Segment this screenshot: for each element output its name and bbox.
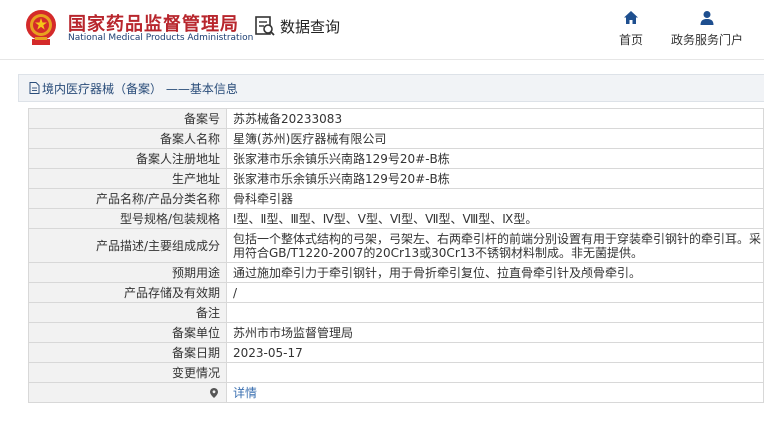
data-query-label: 数据查询 [280, 17, 341, 36]
field-value: 张家港市乐余镇乐兴南路129号20#-B栋 [226, 148, 764, 169]
field-value: 骨科牵引器 [226, 188, 764, 209]
nav-home-label: 首页 [618, 33, 643, 47]
field-value: 苏州市市场监督管理局 [226, 322, 764, 343]
field-value [226, 302, 764, 323]
table-row: 变更情况 [28, 362, 764, 383]
breadcrumb: 境内医疗器械（备案） ——基本信息 [18, 74, 764, 102]
table-row: 备案人注册地址 张家港市乐余镇乐兴南路129号20#-B栋 [28, 148, 764, 169]
field-label: 预期用途 [28, 262, 227, 283]
field-label: 备案日期 [28, 342, 227, 363]
field-value: 2023-05-17 [226, 342, 764, 363]
table-row: 详情 [28, 382, 764, 403]
field-value: 通过施加牵引力于牵引钢针，用于骨折牵引复位、拉直骨牵引针及颅骨牵引。 [226, 262, 764, 283]
table-row: 预期用途 通过施加牵引力于牵引钢针，用于骨折牵引复位、拉直骨牵引针及颅骨牵引。 [28, 262, 764, 283]
table-row: 型号规格/包装规格 Ⅰ型、Ⅱ型、Ⅲ型、Ⅳ型、Ⅴ型、Ⅵ型、Ⅶ型、Ⅷ型、Ⅸ型。 [28, 208, 764, 229]
field-label: 型号规格/包装规格 [28, 208, 227, 229]
field-label: 备案人注册地址 [28, 148, 227, 169]
document-icon [29, 82, 40, 94]
field-label: 生产地址 [28, 168, 227, 189]
table-row: 备注 [28, 302, 764, 323]
field-value: 张家港市乐余镇乐兴南路129号20#-B栋 [226, 168, 764, 189]
agency-name-en: National Medical Products Administration [68, 33, 254, 43]
field-label: 备案号 [28, 108, 227, 129]
nav-home[interactable]: 首页 [614, 10, 648, 48]
table-row: 产品描述/主要组成成分 包括一个整体式结构的弓架，弓架左、右两牵引杆的前端分别设… [28, 228, 764, 263]
field-value: 苏苏械备20233083 [226, 108, 764, 129]
field-value: Ⅰ型、Ⅱ型、Ⅲ型、Ⅳ型、Ⅴ型、Ⅵ型、Ⅶ型、Ⅷ型、Ⅸ型。 [226, 208, 764, 229]
field-value [226, 362, 764, 383]
field-value: 包括一个整体式结构的弓架，弓架左、右两牵引杆的前端分别设置有用于穿装牵引钢针的牵… [226, 228, 764, 263]
detail-link[interactable]: 详情 [233, 386, 257, 400]
user-icon [700, 11, 714, 25]
table-row: 生产地址 张家港市乐余镇乐兴南路129号20#-B栋 [28, 168, 764, 189]
field-label: 产品描述/主要组成成分 [28, 228, 227, 263]
nav-portal-label: 政务服务门户 [670, 33, 743, 47]
table-row: 备案单位 苏州市市场监督管理局 [28, 322, 764, 343]
field-label: 备案人名称 [28, 128, 227, 149]
table-row: 备案日期 2023-05-17 [28, 342, 764, 363]
field-label: 变更情况 [28, 362, 227, 383]
location-pin-icon [210, 387, 218, 398]
field-label: 备注 [28, 302, 227, 323]
breadcrumb-text: 境内医疗器械（备案） ——基本信息 [42, 81, 238, 96]
record-detail-table-wrap: 备案号 苏苏械备20233083 备案人名称 星簿(苏州)医疗器械有限公司 备案… [28, 108, 764, 403]
record-detail-table: 备案号 苏苏械备20233083 备案人名称 星簿(苏州)医疗器械有限公司 备案… [28, 108, 764, 403]
data-query-icon [255, 16, 275, 36]
table-row: 备案号 苏苏械备20233083 [28, 108, 764, 129]
site-header: 国家药品监督管理局 National Medical Products Admi… [0, 0, 764, 60]
field-value: 星簿(苏州)医疗器械有限公司 [226, 128, 764, 149]
field-label: 产品存储及有效期 [28, 282, 227, 303]
table-row: 产品存储及有效期 / [28, 282, 764, 303]
detail-value-cell: 详情 [226, 382, 764, 403]
table-row: 备案人名称 星簿(苏州)医疗器械有限公司 [28, 128, 764, 149]
data-query-link[interactable]: 数据查询 [254, 14, 340, 38]
field-label: 产品名称/产品分类名称 [28, 188, 227, 209]
field-value: / [226, 282, 764, 303]
home-icon [624, 11, 638, 24]
detail-label-cell [28, 382, 227, 403]
nav-service-portal[interactable]: 政务服务门户 [666, 10, 748, 48]
table-row: 产品名称/产品分类名称 骨科牵引器 [28, 188, 764, 209]
national-emblem-icon [26, 10, 56, 45]
field-label: 备案单位 [28, 322, 227, 343]
